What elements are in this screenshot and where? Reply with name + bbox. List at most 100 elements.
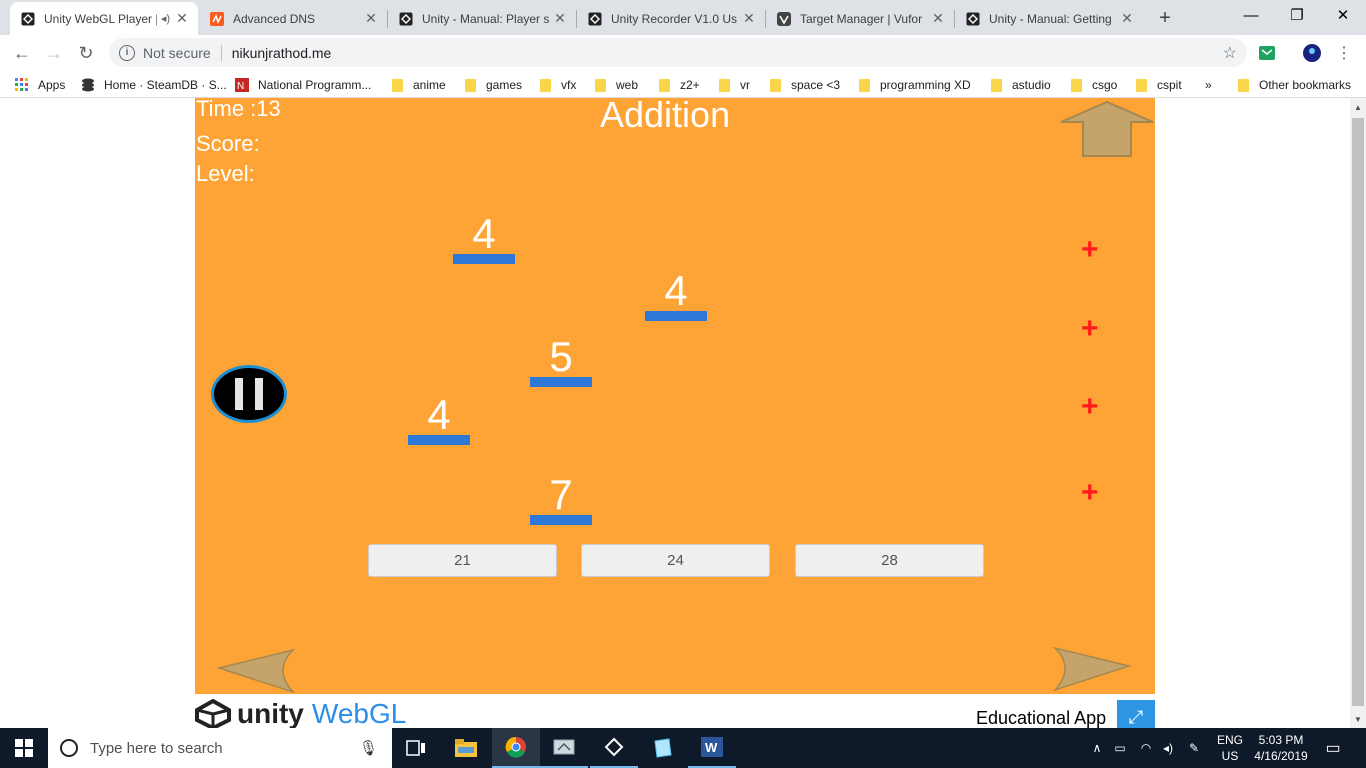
url-text[interactable]: nikunjrathod.me <box>232 45 332 61</box>
left-arrow-button[interactable] <box>215 648 295 694</box>
folder-icon <box>1071 78 1082 92</box>
tab-unity-manual-getting[interactable]: Unity - Manual: Getting ✕ <box>955 2 1143 35</box>
speaker-icon[interactable]: ◂) <box>161 12 170 25</box>
restore-button[interactable]: ❐ <box>1274 0 1320 30</box>
number-value: 4 <box>427 391 451 438</box>
chrome-taskbar-button[interactable] <box>492 728 540 768</box>
browser-toolbar: ← → ↻ i Not secure nikunjrathod.me ☆ ⋮ <box>0 35 1366 71</box>
webgl-footer: unity WebGL Educational App ⤢ <box>195 694 1155 728</box>
app-taskbar-button[interactable] <box>540 728 588 768</box>
word-taskbar-button[interactable]: W <box>688 728 736 768</box>
answer-button-2[interactable]: 24 <box>581 544 770 577</box>
folder-explorer-icon <box>455 739 477 757</box>
unity-icon <box>20 11 36 27</box>
bookmark-folder-cspit[interactable]: cspit <box>1136 75 1182 95</box>
bookmark-label: astudio <box>1012 78 1051 92</box>
close-tab-icon[interactable]: ✕ <box>363 10 379 27</box>
close-tab-icon[interactable]: ✕ <box>552 10 568 27</box>
close-window-button[interactable]: ✕ <box>1320 0 1366 30</box>
bookmark-folder-vr[interactable]: vr <box>719 75 750 95</box>
notes-taskbar-button[interactable] <box>638 728 686 768</box>
page-viewport: Time :13 Score: Level: Addition 4 4 5 4 … <box>0 98 1350 728</box>
profile-avatar[interactable] <box>1302 43 1322 63</box>
pen-ink-icon[interactable]: ✎ <box>1182 728 1206 768</box>
reload-button[interactable]: ↻ <box>72 39 100 67</box>
sticky-notes-icon <box>654 738 672 758</box>
bookmark-folder-astudio[interactable]: astudio <box>991 75 1051 95</box>
bookmark-label: Other bookmarks <box>1259 78 1352 92</box>
close-tab-icon[interactable]: ✕ <box>1119 10 1135 27</box>
scroll-down-arrow-icon[interactable]: ▼ <box>1350 712 1366 726</box>
webgl-wordmark: WebGL <box>311 698 407 728</box>
notification-center-icon[interactable]: ▭ <box>1318 728 1348 768</box>
security-label: Not secure <box>143 44 211 61</box>
unity-cube-icon <box>195 699 231 728</box>
minimize-button[interactable]: — <box>1228 0 1274 30</box>
tab-target-manager[interactable]: Target Manager | Vufor ✕ <box>766 2 954 35</box>
unity-taskbar-button[interactable] <box>590 728 638 768</box>
info-icon[interactable]: i <box>119 44 135 61</box>
bookmarks-bar: Apps Home · SteamDB · S... N National Pr… <box>0 71 1366 98</box>
bookmarks-overflow-button[interactable]: » <box>1205 75 1212 95</box>
task-view-button[interactable] <box>392 728 440 768</box>
answer-button-3[interactable]: 28 <box>795 544 984 577</box>
number-value: 4 <box>664 267 688 314</box>
back-button[interactable]: ← <box>8 39 36 67</box>
tab-advanced-dns[interactable]: Advanced DNS ✕ <box>199 2 387 35</box>
tray-overflow-chevron-icon[interactable]: ∧ <box>1088 728 1106 768</box>
number-block: 4 <box>453 210 515 264</box>
bookmark-folder-anime[interactable]: anime <box>392 75 446 95</box>
bookmark-folder-csgo[interactable]: csgo <box>1071 75 1117 95</box>
bookmark-apps[interactable]: Apps <box>14 75 65 95</box>
microphone-icon[interactable]: 🎙 <box>359 739 378 757</box>
pause-button[interactable] <box>211 365 287 423</box>
np-icon: N <box>234 77 250 93</box>
bookmark-folder-programming[interactable]: programming XD <box>859 75 971 95</box>
bookmark-label: programming XD <box>880 78 971 92</box>
scroll-thumb[interactable] <box>1352 118 1364 706</box>
unity-wordmark: unity <box>237 698 304 728</box>
battery-icon[interactable]: ▭ <box>1110 728 1130 768</box>
address-bar[interactable]: i Not secure nikunjrathod.me ☆ <box>109 38 1247 67</box>
tab-unity-recorder[interactable]: Unity Recorder V1.0 Us ✕ <box>577 2 765 35</box>
volume-icon[interactable]: ◂) <box>1158 728 1178 768</box>
clock-time: 5:03 PM <box>1258 733 1304 747</box>
taskbar-search-box[interactable]: Type here to search 🎙 <box>48 728 392 768</box>
answer-button-1[interactable]: 21 <box>368 544 557 577</box>
snipping-tool-icon <box>553 739 575 755</box>
bookmark-other-bookmarks[interactable]: Other bookmarks <box>1238 75 1351 95</box>
bookmark-folder-games[interactable]: games <box>465 75 522 95</box>
forward-button[interactable]: → <box>40 39 68 67</box>
bookmark-folder-web[interactable]: web <box>595 75 638 95</box>
bookmark-star-icon[interactable]: ☆ <box>1223 43 1237 63</box>
bookmark-folder-vfx[interactable]: vfx <box>540 75 576 95</box>
bookmark-folder-space[interactable]: space <3 <box>770 75 840 95</box>
number-value: 4 <box>472 210 496 257</box>
tab-unity-webgl-player[interactable]: Unity WebGL Player | ◂) ✕ <box>10 2 198 35</box>
close-tab-icon[interactable]: ✕ <box>930 10 946 27</box>
extension-icon[interactable] <box>1257 43 1277 63</box>
close-tab-icon[interactable]: ✕ <box>174 10 190 27</box>
new-tab-button[interactable]: + <box>1151 4 1179 32</box>
bookmark-folder-z2[interactable]: z2+ <box>659 75 700 95</box>
windows-start-button[interactable] <box>0 728 48 768</box>
tab-unity-manual-player[interactable]: Unity - Manual: Player s ✕ <box>388 2 576 35</box>
wifi-icon[interactable]: ◠ <box>1136 728 1156 768</box>
close-tab-icon[interactable]: ✕ <box>741 10 757 27</box>
right-arrow-button[interactable] <box>1053 646 1133 692</box>
unity-icon <box>965 11 981 27</box>
scroll-up-arrow-icon[interactable]: ▲ <box>1350 100 1366 114</box>
vertical-scrollbar[interactable]: ▲ ▼ <box>1350 98 1366 728</box>
pause-bar-icon <box>255 378 263 410</box>
clock[interactable]: 5:03 PM 4/16/2019 <box>1250 728 1312 768</box>
bookmark-steamdb[interactable]: Home · SteamDB · S... <box>80 75 227 95</box>
bookmark-national-programme[interactable]: N National Programm... <box>234 75 371 95</box>
windows-logo-icon <box>15 739 33 757</box>
fullscreen-button[interactable]: ⤢ <box>1117 700 1155 728</box>
menu-kebab-icon[interactable]: ⋮ <box>1334 43 1354 63</box>
language-indicator[interactable]: ENG US <box>1210 728 1250 768</box>
bookmark-label: Apps <box>38 78 66 92</box>
game-canvas[interactable]: Time :13 Score: Level: Addition 4 4 5 4 … <box>195 98 1155 694</box>
file-explorer-button[interactable] <box>442 728 490 768</box>
up-arrow-button[interactable] <box>1059 100 1155 158</box>
